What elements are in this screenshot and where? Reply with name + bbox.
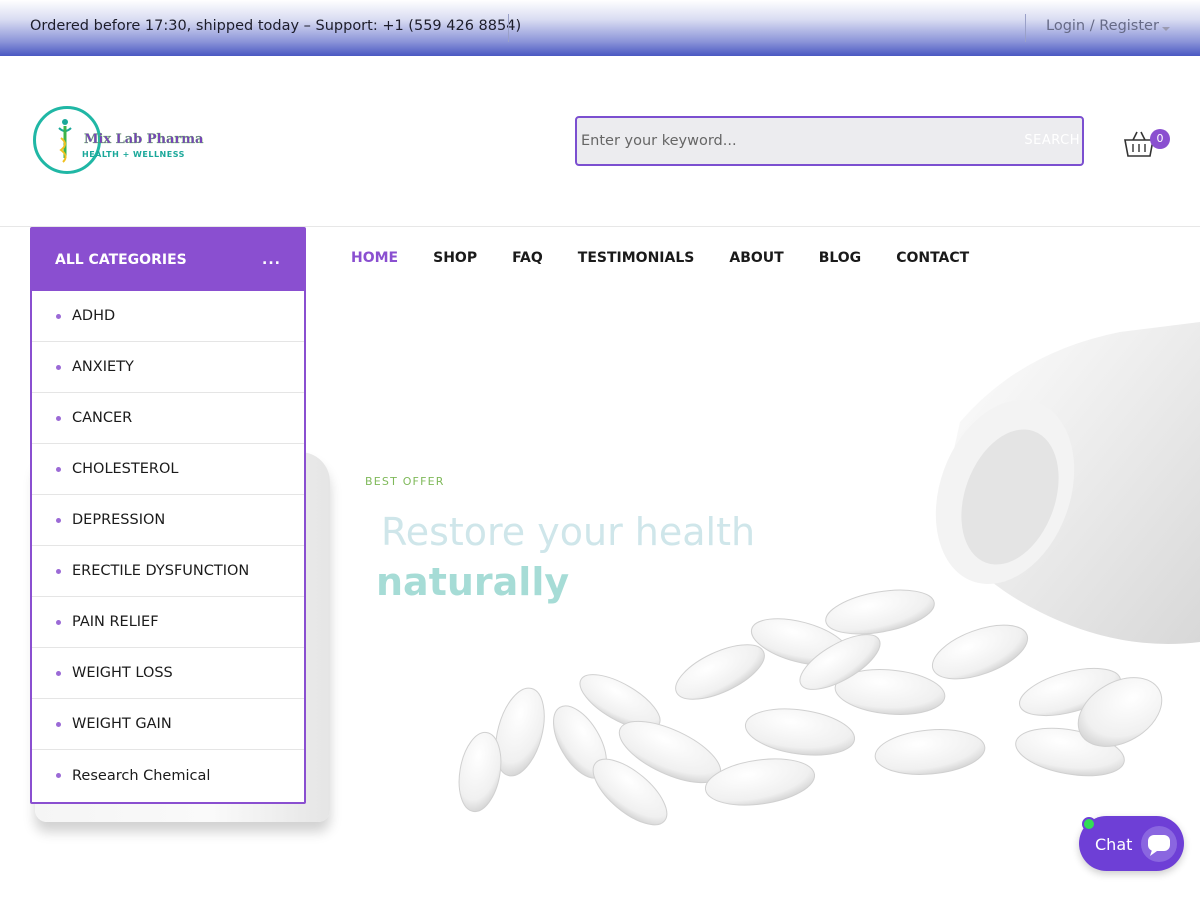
nav-item-testimonials[interactable]: TESTIMONIALS: [578, 250, 695, 266]
category-label: DEPRESSION: [72, 512, 166, 528]
nav-item-shop[interactable]: SHOP: [433, 250, 477, 266]
search-bar: SEARCH: [575, 116, 1084, 166]
category-item-erectile-dysfunction[interactable]: ERECTILE DYSFUNCTION: [32, 546, 304, 597]
category-label: WEIGHT LOSS: [72, 665, 173, 681]
category-label: CHOLESTEROL: [72, 461, 179, 477]
bullet-icon: [56, 568, 61, 574]
top-bar: Ordered before 17:30, shipped today – Su…: [0, 0, 1200, 56]
login-register-link[interactable]: Login / Register: [1046, 18, 1159, 34]
bullet-icon: [56, 517, 61, 523]
bullet-icon: [56, 466, 61, 472]
bullet-icon: [56, 670, 61, 676]
category-item-weight-loss[interactable]: WEIGHT LOSS: [32, 648, 304, 699]
bullet-icon: [56, 721, 61, 727]
bullet-icon: [56, 619, 61, 625]
category-item-pain-relief[interactable]: PAIN RELIEF: [32, 597, 304, 648]
divider: [508, 14, 509, 42]
category-item-cancer[interactable]: CANCER: [32, 393, 304, 444]
logo-figure-icon: [58, 119, 72, 163]
nav-item-faq[interactable]: FAQ: [512, 250, 543, 266]
hero-kicker: BEST OFFER: [365, 475, 445, 488]
shipping-support-notice: Ordered before 17:30, shipped today – Su…: [30, 18, 522, 34]
nav-item-blog[interactable]: BLOG: [819, 250, 862, 266]
chat-bubble-icon: [1141, 826, 1177, 862]
site-logo[interactable]: Mix Lab Pharma HEALTH + WELLNESS: [32, 106, 204, 176]
main-nav: HOME SHOP FAQ TESTIMONIALS ABOUT BLOG CO…: [351, 250, 1004, 266]
category-item-depression[interactable]: DEPRESSION: [32, 495, 304, 546]
chevron-down-icon[interactable]: [1162, 27, 1170, 31]
nav-item-home[interactable]: HOME: [351, 250, 398, 266]
hero-heading-line1: Restore your health: [381, 510, 756, 554]
category-menu-header[interactable]: ALL CATEGORIES ...: [32, 229, 304, 291]
search-button[interactable]: SEARCH: [1024, 133, 1080, 148]
category-list: ADHD ANXIETY CANCER CHOLESTEROL DEPRESSI…: [32, 291, 304, 801]
category-label: Research Chemical: [72, 767, 211, 784]
hero-heading-line2: naturally: [376, 560, 570, 604]
logo-brand-name: Mix Lab Pharma: [84, 132, 204, 147]
category-label: CANCER: [72, 410, 133, 426]
bullet-icon: [56, 415, 61, 421]
bullet-icon: [56, 773, 61, 778]
nav-item-contact[interactable]: CONTACT: [896, 250, 969, 266]
bullet-icon: [56, 364, 61, 370]
category-label: ERECTILE DYSFUNCTION: [72, 563, 250, 579]
online-status-dot: [1082, 817, 1096, 831]
divider: [1025, 14, 1026, 42]
category-label: ANXIETY: [72, 359, 134, 375]
category-menu-title: ALL CATEGORIES: [55, 252, 187, 268]
category-label: ADHD: [72, 308, 116, 324]
bullet-icon: [56, 313, 61, 319]
category-label: WEIGHT GAIN: [72, 716, 172, 732]
more-icon[interactable]: ...: [262, 252, 281, 268]
category-item-research-chemical[interactable]: Research Chemical: [32, 750, 304, 801]
category-label: PAIN RELIEF: [72, 614, 159, 630]
nav-item-about[interactable]: ABOUT: [729, 250, 783, 266]
search-input[interactable]: [581, 118, 1011, 164]
category-item-anxiety[interactable]: ANXIETY: [32, 342, 304, 393]
cart-button[interactable]: 0: [1124, 126, 1172, 160]
category-menu: ALL CATEGORIES ... ADHD ANXIETY CANCER C…: [30, 227, 306, 804]
category-item-adhd[interactable]: ADHD: [32, 291, 304, 342]
site-header: Mix Lab Pharma HEALTH + WELLNESS SEARCH …: [0, 56, 1200, 227]
category-item-weight-gain[interactable]: WEIGHT GAIN: [32, 699, 304, 750]
basket-icon: [1124, 131, 1154, 157]
chat-widget-button[interactable]: Chat: [1079, 816, 1184, 871]
cart-count-badge: 0: [1150, 129, 1170, 149]
chat-label: Chat: [1095, 835, 1133, 854]
category-item-cholesterol[interactable]: CHOLESTEROL: [32, 444, 304, 495]
logo-tagline: HEALTH + WELLNESS: [82, 150, 185, 159]
